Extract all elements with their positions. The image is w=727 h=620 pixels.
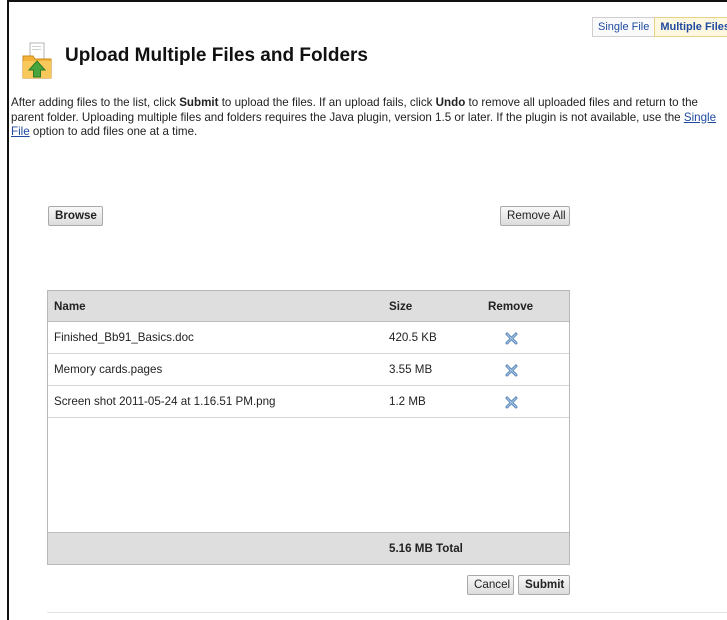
table-row: Memory cards.pages 3.55 MB <box>48 354 569 386</box>
window-left-border <box>7 0 9 620</box>
total-size: 5.16 MB Total <box>389 542 463 555</box>
divider <box>47 612 727 613</box>
file-list-table: Name Size Remove Finished_Bb91_Basics.do… <box>47 290 570 565</box>
instructions-part-2: to upload the files. If an upload fails,… <box>218 96 436 109</box>
instructions-part-4: option to add files one at a time. <box>29 125 198 138</box>
remove-all-button[interactable]: Remove All <box>500 206 570 226</box>
table-row: Finished_Bb91_Basics.doc 420.5 KB <box>48 322 569 354</box>
remove-x-icon[interactable] <box>505 396 518 409</box>
remove-x-icon[interactable] <box>505 332 518 345</box>
remove-x-icon[interactable] <box>505 364 518 377</box>
browse-button[interactable]: Browse <box>48 206 103 226</box>
instructions-text: After adding files to the list, click Su… <box>11 96 717 140</box>
table-footer: 5.16 MB Total <box>48 532 569 564</box>
upload-mode-tabs: Single File Multiple Files <box>592 17 727 37</box>
file-size: 1.2 MB <box>389 395 426 408</box>
undo-keyword: Undo <box>435 96 466 109</box>
file-name: Screen shot 2011-05-24 at 1.16.51 PM.png <box>54 395 276 408</box>
tab-single-file[interactable]: Single File <box>592 17 655 37</box>
submit-button[interactable]: Submit <box>518 575 570 595</box>
column-header-size: Size <box>389 300 413 313</box>
submit-keyword: Submit <box>179 96 219 109</box>
window-top-border <box>7 0 727 2</box>
column-header-remove: Remove <box>488 300 534 313</box>
page-title: Upload Multiple Files and Folders <box>65 45 368 66</box>
file-size: 420.5 KB <box>389 331 437 344</box>
table-row: Screen shot 2011-05-24 at 1.16.51 PM.png… <box>48 386 569 418</box>
file-name: Finished_Bb91_Basics.doc <box>54 331 194 344</box>
folder-upload-icon <box>22 42 52 79</box>
instructions-part-1: After adding files to the list, click <box>11 96 180 109</box>
column-header-name: Name <box>54 300 86 313</box>
file-name: Memory cards.pages <box>54 363 163 376</box>
file-size: 3.55 MB <box>389 363 433 376</box>
cancel-button[interactable]: Cancel <box>467 575 514 595</box>
tab-multiple-files[interactable]: Multiple Files <box>654 17 727 37</box>
table-header: Name Size Remove <box>48 291 569 322</box>
